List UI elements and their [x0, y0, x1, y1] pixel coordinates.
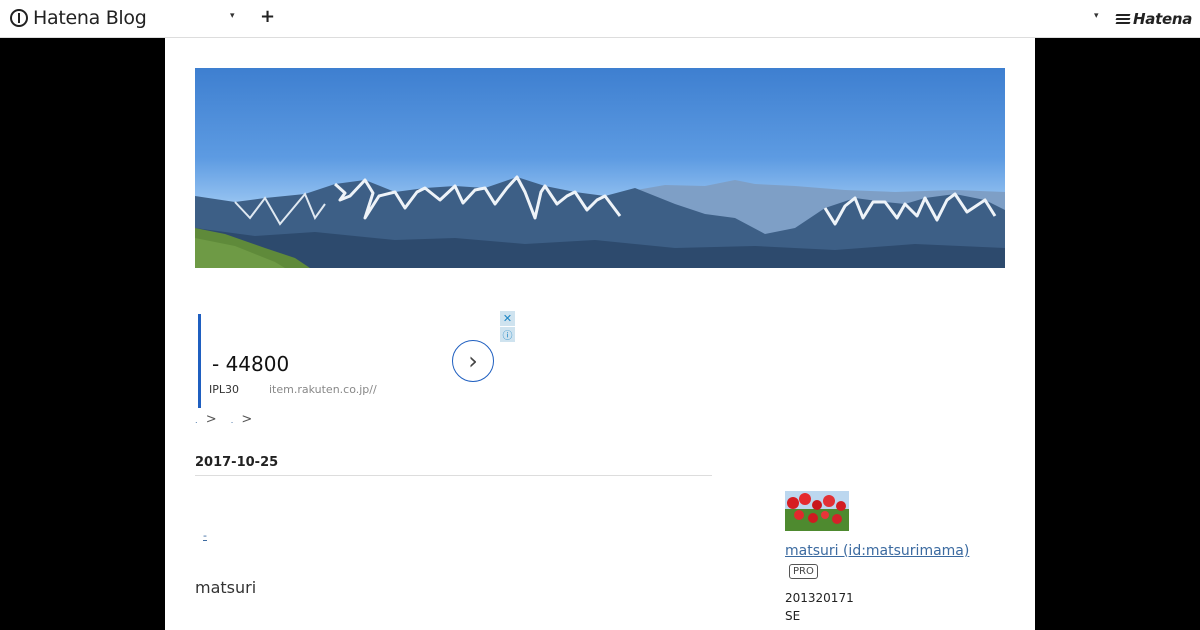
account-menu-caret-icon[interactable]: ▾	[1094, 11, 1099, 21]
entry-date[interactable]: 2017-10-25	[195, 455, 712, 476]
profile-description-line-1: 201320171	[785, 591, 854, 605]
breadcrumb-link-1[interactable]: .	[195, 416, 198, 425]
profile-name-link[interactable]: matsuri (id:matsurimama)	[785, 543, 969, 559]
hatena-mark-icon	[1115, 12, 1131, 26]
blog-header-image[interactable]	[195, 68, 1005, 268]
entry-link[interactable]: -	[203, 529, 207, 542]
hatena-label: Hatena	[1133, 10, 1193, 28]
blog-page: - 44800 IPL30 item.rakuten.co.jp// › ✕ ⓘ…	[165, 38, 1035, 630]
pro-badge: PRO	[789, 564, 818, 579]
ad-info-icon[interactable]: ⓘ	[500, 327, 515, 342]
ad-next-arrow-icon[interactable]: ›	[452, 340, 494, 382]
hatena-link[interactable]: Hatena	[1115, 10, 1193, 28]
breadcrumb-link-2[interactable]: .	[231, 416, 234, 425]
brand-name: Hatena Blog	[33, 7, 147, 29]
avatar[interactable]	[785, 491, 849, 531]
breadcrumb-separator-2: >	[241, 412, 253, 427]
breadcrumb: . > . >	[195, 412, 256, 427]
add-entry-button[interactable]: +	[260, 6, 275, 27]
chevron-down-icon[interactable]: ▾	[230, 11, 235, 21]
ad-url[interactable]: item.rakuten.co.jp//	[269, 383, 377, 396]
hatena-blog-logo-icon	[10, 9, 28, 27]
mountain-panorama-image	[195, 175, 1005, 268]
tulip-avatar-image	[785, 491, 849, 531]
ad-banner[interactable]: - 44800 IPL30 item.rakuten.co.jp// ›	[198, 314, 521, 408]
brand-link[interactable]: Hatena Blog	[10, 7, 147, 29]
breadcrumb-separator-1: >	[205, 412, 217, 427]
ad-close-icon[interactable]: ✕	[500, 311, 515, 326]
global-header: Hatena Blog ▾ + ▾ Hatena	[0, 0, 1200, 38]
entry-body-text: matsuri	[195, 578, 257, 597]
profile-description-line-2: SE	[785, 609, 801, 623]
ad-price: - 44800	[212, 352, 290, 376]
ad-product-name: IPL30	[209, 383, 240, 396]
